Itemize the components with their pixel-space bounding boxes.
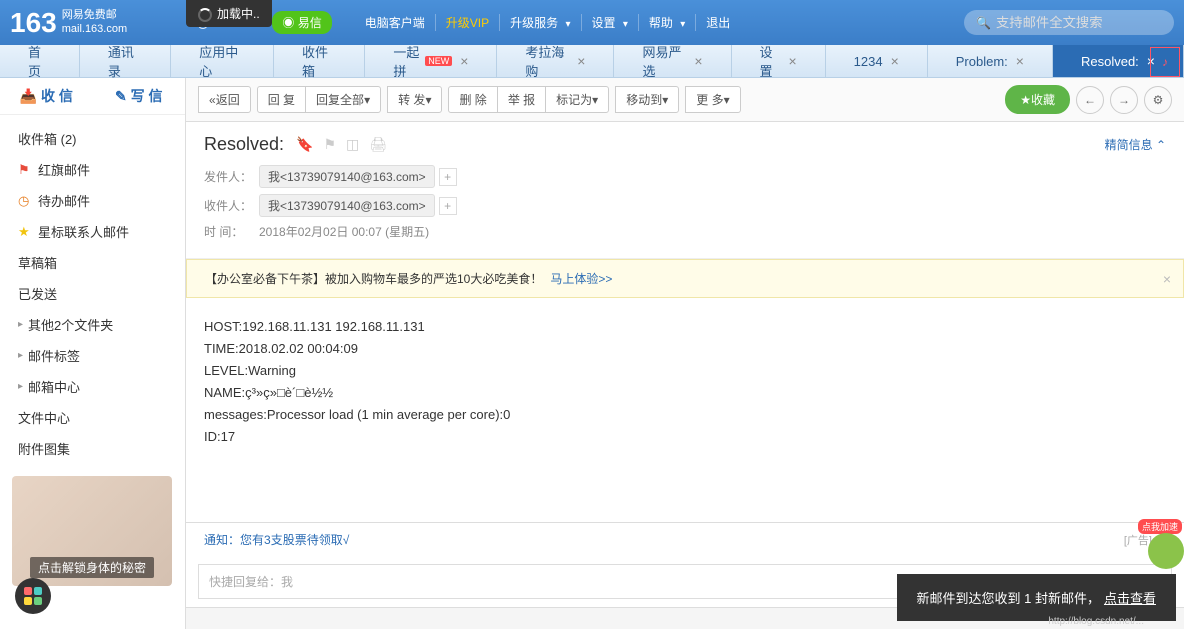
sidebar-item[interactable]: ▸其他2个文件夹: [0, 309, 185, 340]
music-icon[interactable]: ♪: [1150, 47, 1180, 77]
mail-subject: Resolved:: [204, 134, 284, 155]
sidebar-item[interactable]: 收件箱 (2): [0, 123, 185, 154]
time-label: 时 间：: [204, 223, 259, 240]
tab-收件箱[interactable]: 收件箱: [274, 45, 365, 77]
nav-upgrade-service[interactable]: 升级服务 ▾: [499, 14, 580, 31]
tab-close[interactable]: ×: [460, 53, 468, 69]
reply-all-button[interactable]: 回复全部 ▾: [305, 86, 381, 113]
tab-close[interactable]: ×: [891, 53, 899, 69]
sidebar-item[interactable]: ▸邮箱中心: [0, 371, 185, 402]
report-button[interactable]: 举 报: [497, 86, 546, 113]
mail-body-line: TIME:2018.02.02 00:04:09: [204, 338, 1166, 360]
toast-view-link[interactable]: 点击查看: [1104, 588, 1156, 607]
compose-button[interactable]: ✎ 写 信: [93, 86, 186, 106]
tab-Problem:[interactable]: Problem:×: [928, 45, 1053, 77]
sidebar: 📥 收 信 ✎ 写 信 收件箱 (2)⚑红旗邮件◷待办邮件★星标联系人邮件草稿箱…: [0, 78, 186, 629]
tab-close[interactable]: ×: [577, 53, 585, 69]
notice-bar: 通知： 您有3支股票待领取√ [广告]: [186, 522, 1184, 556]
tab-close[interactable]: ×: [1016, 53, 1024, 69]
add-from-contact[interactable]: +: [439, 168, 457, 186]
mail-body-line: LEVEL:Warning: [204, 360, 1166, 382]
mail-body: HOST:192.168.11.131 192.168.11.131TIME:2…: [186, 298, 1184, 522]
toolbar: « 返回 回 复 回复全部 ▾ 转 发 ▾ 删 除 举 报 标记为 ▾ 移动到 …: [186, 78, 1184, 122]
sidebar-ad[interactable]: 点击解锁身体的秘密: [12, 476, 172, 586]
move-button[interactable]: 移动到 ▾: [615, 86, 679, 113]
sidebar-item[interactable]: 附件图集: [0, 433, 185, 464]
sidebar-item[interactable]: ◷待办邮件: [0, 185, 185, 216]
nav-settings[interactable]: 设置 ▾: [581, 14, 638, 31]
search-input[interactable]: [996, 15, 1162, 30]
sidebar-item[interactable]: 文件中心: [0, 402, 185, 433]
watermark: http://blog.csdn.net/...: [1048, 616, 1144, 627]
back-button[interactable]: « 返回: [198, 86, 251, 113]
reply-button[interactable]: 回 复: [257, 86, 306, 113]
new-window-icon[interactable]: ◫: [346, 136, 359, 153]
search-box[interactable]: 🔍: [964, 10, 1174, 35]
simplify-info[interactable]: 精简信息 ⌃: [1105, 136, 1166, 153]
sidebar-item[interactable]: 草稿箱: [0, 247, 185, 278]
tab-close[interactable]: ×: [788, 53, 796, 69]
promo-close[interactable]: ×: [1163, 271, 1171, 287]
to-label: 收件人：: [204, 197, 259, 214]
tab-考拉海购[interactable]: 考拉海购×: [497, 45, 614, 77]
from-label: 发件人：: [204, 168, 259, 185]
new-mail-toast: 新邮件到达您收到 1 封新邮件， 点击查看: [897, 574, 1176, 621]
chat-badge[interactable]: 点我加速: [1138, 519, 1182, 534]
tab-1234[interactable]: 1234×: [826, 45, 928, 77]
to-address[interactable]: 我<13739079140@163.com>: [259, 194, 435, 217]
settings-gear-button[interactable]: ⚙: [1144, 86, 1172, 114]
apps-launcher[interactable]: [15, 578, 51, 614]
tab-通讯录[interactable]: 通讯录: [80, 45, 171, 77]
notice-link[interactable]: 您有3支股票待领取√: [240, 531, 349, 548]
promo-link[interactable]: 马上体验>>: [550, 270, 612, 287]
collect-button[interactable]: ★ 收藏: [1005, 85, 1070, 114]
promo-banner: 【办公室必备下午茶】被加入购物车最多的严选10大必吃美食！ 马上体验>> ×: [186, 259, 1184, 298]
add-to-contact[interactable]: +: [439, 197, 457, 215]
tab-应用中心[interactable]: 应用中心: [171, 45, 274, 77]
mail-body-line: messages:Processor load (1 min average p…: [204, 404, 1166, 426]
mail-body-line: NAME:ç³»ç»□è´□è½½: [204, 382, 1166, 404]
top-nav: 电脑客户端 升级VIP 升级服务 ▾ 设置 ▾ 帮助 ▾ 退出: [355, 14, 741, 31]
forward-button[interactable]: 转 发 ▾: [387, 86, 442, 113]
nav-upgrade-vip[interactable]: 升级VIP: [435, 14, 499, 31]
mail-body-line: HOST:192.168.11.131 192.168.11.131: [204, 316, 1166, 338]
flag-icon[interactable]: ⚑: [323, 136, 336, 153]
prev-mail-button[interactable]: ←: [1076, 86, 1104, 114]
yixin-button[interactable]: ◉ 易信: [272, 11, 331, 34]
nav-desktop-client[interactable]: 电脑客户端: [355, 14, 435, 31]
mark-button[interactable]: 标记为 ▾: [545, 86, 609, 113]
sidebar-item[interactable]: ▸邮件标签: [0, 340, 185, 371]
sidebar-item[interactable]: ⚑红旗邮件: [0, 154, 185, 185]
tab-首页[interactable]: 首页: [0, 45, 80, 77]
nav-help[interactable]: 帮助 ▾: [638, 14, 695, 31]
from-address[interactable]: 我<13739079140@163.com>: [259, 165, 435, 188]
tab-close[interactable]: ×: [694, 53, 702, 69]
sidebar-item[interactable]: ★星标联系人邮件: [0, 216, 185, 247]
search-icon: 🔍: [976, 16, 991, 30]
bookmark-icon[interactable]: 🔖: [296, 136, 313, 153]
nav-logout[interactable]: 退出: [695, 14, 740, 31]
more-button[interactable]: 更 多 ▾: [685, 86, 740, 113]
logo[interactable]: 163 网易免费邮 mail.163.com: [10, 7, 127, 39]
delete-button[interactable]: 删 除: [448, 86, 497, 113]
promo-text: 【办公室必备下午茶】被加入购物车最多的严选10大必吃美食！: [205, 270, 542, 287]
chat-icon[interactable]: [1148, 533, 1184, 569]
mail-header: Resolved: 🔖 ⚑ ◫ 🖨 精简信息 ⌃ 发件人： 我<13739079…: [186, 122, 1184, 259]
next-mail-button[interactable]: →: [1110, 86, 1138, 114]
tab-网易严选[interactable]: 网易严选×: [614, 45, 731, 77]
sidebar-item[interactable]: 已发送: [0, 278, 185, 309]
tab-设置[interactable]: 设置×: [732, 45, 826, 77]
print-icon[interactable]: 🖨: [369, 136, 387, 153]
mail-time: 2018年02月02日 00:07 (星期五): [259, 223, 429, 240]
receive-button[interactable]: 📥 收 信: [0, 86, 93, 106]
tab-一起拼[interactable]: 一起拼NEW×: [365, 45, 497, 77]
tab-bar: 首页通讯录应用中心收件箱一起拼NEW×考拉海购×网易严选×设置×1234×Pro…: [0, 45, 1184, 78]
loading-indicator: 加载中..: [186, 0, 272, 27]
mail-body-line: ID:17: [204, 426, 1166, 448]
